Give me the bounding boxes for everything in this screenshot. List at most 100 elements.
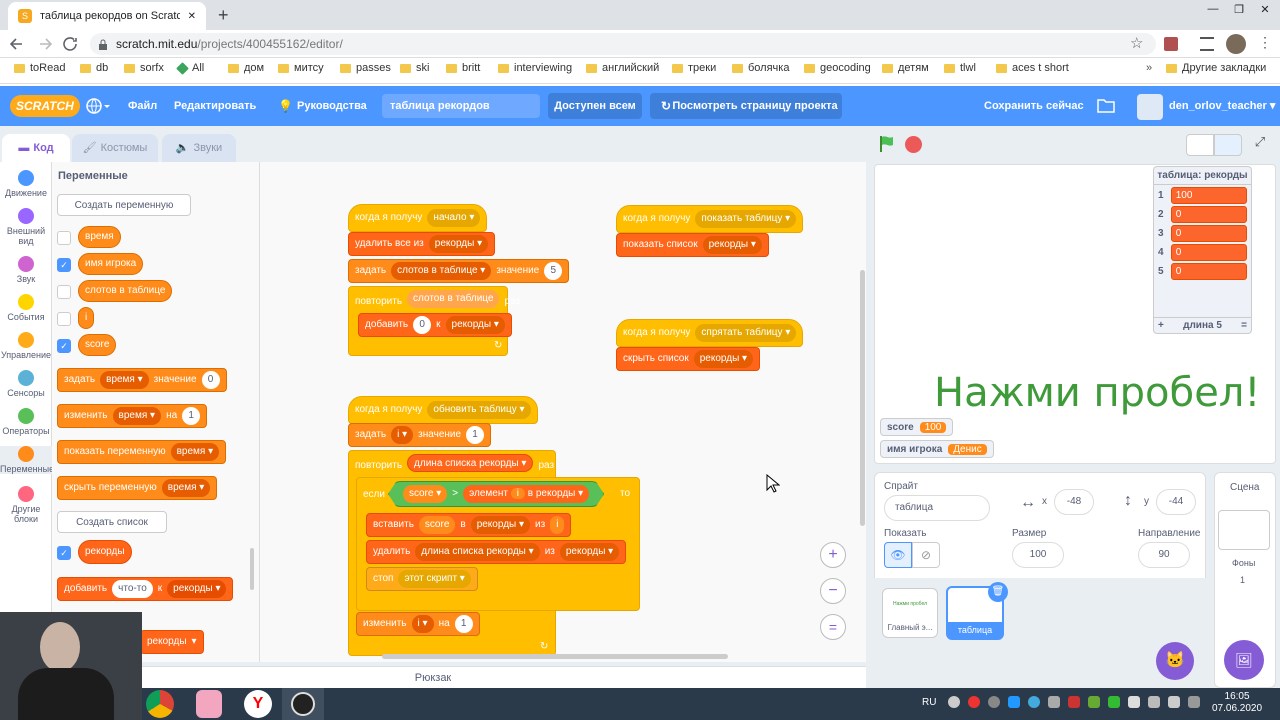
list-reporter[interactable]: рекорды [78, 540, 132, 564]
category-8[interactable]: Переменные [0, 446, 54, 474]
variable-reporter[interactable]: время [78, 226, 121, 248]
bookmark-item[interactable]: britt [446, 62, 480, 74]
score-reporter[interactable]: score [403, 485, 448, 503]
value-input[interactable]: 1 [466, 426, 485, 444]
var-dropdown[interactable]: i [391, 426, 414, 444]
profile-avatar[interactable] [1226, 34, 1246, 54]
edit-menu[interactable]: Редактировать [174, 86, 256, 126]
fullscreen-icon[interactable]: ⤢ [1248, 134, 1272, 156]
var-dropdown[interactable]: слотов в таблице [391, 262, 492, 280]
message-dropdown[interactable]: показать таблицу [695, 210, 797, 228]
list-add-button[interactable]: + [1158, 320, 1164, 331]
other-bookmarks[interactable]: Другие закладки [1166, 62, 1266, 74]
tray-icon[interactable] [948, 696, 960, 708]
keyboard-language[interactable]: RU [922, 697, 936, 708]
category-6[interactable]: Сенсоры [0, 370, 52, 398]
tab-code[interactable]: ▬ Код [2, 134, 70, 162]
list-item-value[interactable]: 0 [1170, 244, 1247, 261]
when-receive-hat-start[interactable]: когда я получу начало [348, 204, 488, 232]
message-dropdown[interactable]: обновить таблицу [427, 401, 531, 419]
tray-icon[interactable] [988, 696, 1000, 708]
repeat-count-reporter[interactable]: слотов в таблице [407, 290, 500, 308]
message-dropdown[interactable]: спрятать таблицу [695, 324, 797, 342]
change-value-input[interactable]: 1 [182, 407, 201, 425]
length-reporter[interactable]: длина списка рекорды [407, 454, 534, 472]
close-window-button[interactable]: ✕ [1252, 3, 1278, 16]
language-globe-icon[interactable] [85, 97, 111, 115]
bookmarks-more[interactable]: » [1146, 62, 1152, 74]
add-backdrop-icon[interactable]: 🖼 [1224, 640, 1264, 680]
tutorials-menu[interactable]: Руководства [297, 86, 367, 126]
save-now-button[interactable]: Сохранить сейчас [984, 86, 1084, 126]
index-reporter[interactable]: i [550, 516, 565, 534]
message-dropdown[interactable]: начало [427, 209, 481, 227]
list-item-value[interactable]: 100 [1170, 187, 1247, 204]
list-dropdown[interactable]: рекорды [470, 516, 531, 534]
y-input[interactable]: -44 [1156, 489, 1196, 515]
when-receive-hat-hide[interactable]: когда я получу спрятать таблицу [616, 319, 804, 347]
hide-list-block[interactable]: скрыть список рекорды [616, 347, 761, 371]
add-block[interactable]: добавить 0 к рекорды [358, 313, 512, 337]
category-9[interactable]: Другие блоки [0, 486, 52, 524]
list-dropdown[interactable]: рекорды [702, 236, 762, 254]
variable-checkbox[interactable]: ✓ [57, 258, 71, 272]
bookmark-item[interactable]: треки [672, 62, 716, 74]
tray-icon[interactable] [1008, 696, 1020, 708]
length-reporter[interactable]: длина списка рекорды [415, 543, 540, 561]
add-item-input[interactable]: что-то [112, 580, 153, 598]
when-receive-hat-show[interactable]: когда я получу показать таблицу [616, 205, 804, 233]
insert-block[interactable]: вставить scoreв рекорды изi [366, 513, 572, 537]
show-eye-icon[interactable]: 👁 [884, 542, 912, 568]
bookmark-item[interactable]: митсу [278, 62, 324, 74]
show-variable-block[interactable]: показать переменную время [57, 440, 227, 464]
variable-reporter[interactable]: имя игрока [78, 253, 144, 275]
tray-icon[interactable] [1068, 696, 1080, 708]
show-list-block[interactable]: показать список рекорды [616, 233, 769, 257]
variable-checkbox[interactable] [57, 231, 71, 245]
show-var-dropdown[interactable]: время [170, 443, 220, 461]
change-i-block[interactable]: изменить iна 1 [356, 612, 480, 636]
hide-eye-icon[interactable]: ⊘ [912, 542, 940, 568]
delete-sprite-icon[interactable]: 🗑 [988, 582, 1008, 602]
when-receive-hat-update[interactable]: когда я получу обновить таблицу [348, 396, 538, 424]
change-var-dropdown[interactable]: время [112, 407, 162, 425]
backdrop-thumb[interactable] [1218, 510, 1270, 550]
variable-reporter[interactable]: i [78, 307, 95, 329]
bookmark-item[interactable]: болячка [732, 62, 789, 74]
list-dropdown[interactable]: рекорды [559, 543, 620, 561]
tray-icon[interactable] [1168, 696, 1180, 708]
add-list-dropdown[interactable]: рекорды [167, 580, 227, 598]
bookmark-item[interactable]: ski [400, 62, 429, 74]
direction-input[interactable]: 90 [1138, 542, 1190, 568]
list-resize-handle[interactable]: = [1241, 320, 1247, 331]
list-item-value[interactable]: 0 [1170, 263, 1247, 280]
hide-var-dropdown[interactable]: время [161, 479, 211, 497]
add-sprite-cat-icon[interactable]: 🐱 [1156, 642, 1194, 680]
normal-stage-button[interactable] [1214, 134, 1242, 156]
browser-menu-icon[interactable]: ⋮ [1258, 34, 1272, 51]
anime-app-taskbar-icon[interactable] [196, 690, 222, 718]
obs-taskbar-slot[interactable] [282, 688, 324, 720]
set-var-dropdown[interactable]: время [100, 371, 149, 389]
tray-icon[interactable] [1188, 696, 1200, 708]
bookmark-item[interactable]: geocoding [804, 62, 871, 74]
browser-tab[interactable]: S таблица рекордов on Scratch ✕ [8, 2, 206, 30]
make-list-button[interactable]: Создать список [57, 511, 167, 533]
bookmark-item[interactable]: db [80, 62, 108, 74]
chrome-taskbar-icon[interactable] [146, 690, 174, 718]
bookmark-star-icon[interactable]: ☆ [1130, 34, 1143, 52]
user-avatar[interactable] [1137, 94, 1163, 120]
file-menu[interactable]: Файл [128, 86, 157, 126]
bookmark-item[interactable]: passes [340, 62, 391, 74]
minimize-button[interactable]: — [1200, 3, 1226, 16]
tray-icon[interactable] [1128, 696, 1140, 708]
set-variable-block[interactable]: задать время значение 0 [57, 368, 227, 392]
list-checkbox[interactable]: ✓ [57, 545, 71, 560]
bookmark-item[interactable]: детям [882, 62, 929, 74]
workspace-hscroll[interactable] [382, 654, 728, 659]
tray-icon[interactable] [1088, 696, 1100, 708]
add-value-input[interactable]: 0 [413, 316, 432, 334]
delete-all-block[interactable]: удалить все из рекорды [348, 232, 496, 256]
category-2[interactable]: Внешний вид [0, 208, 52, 246]
variable-checkbox[interactable] [57, 285, 71, 299]
